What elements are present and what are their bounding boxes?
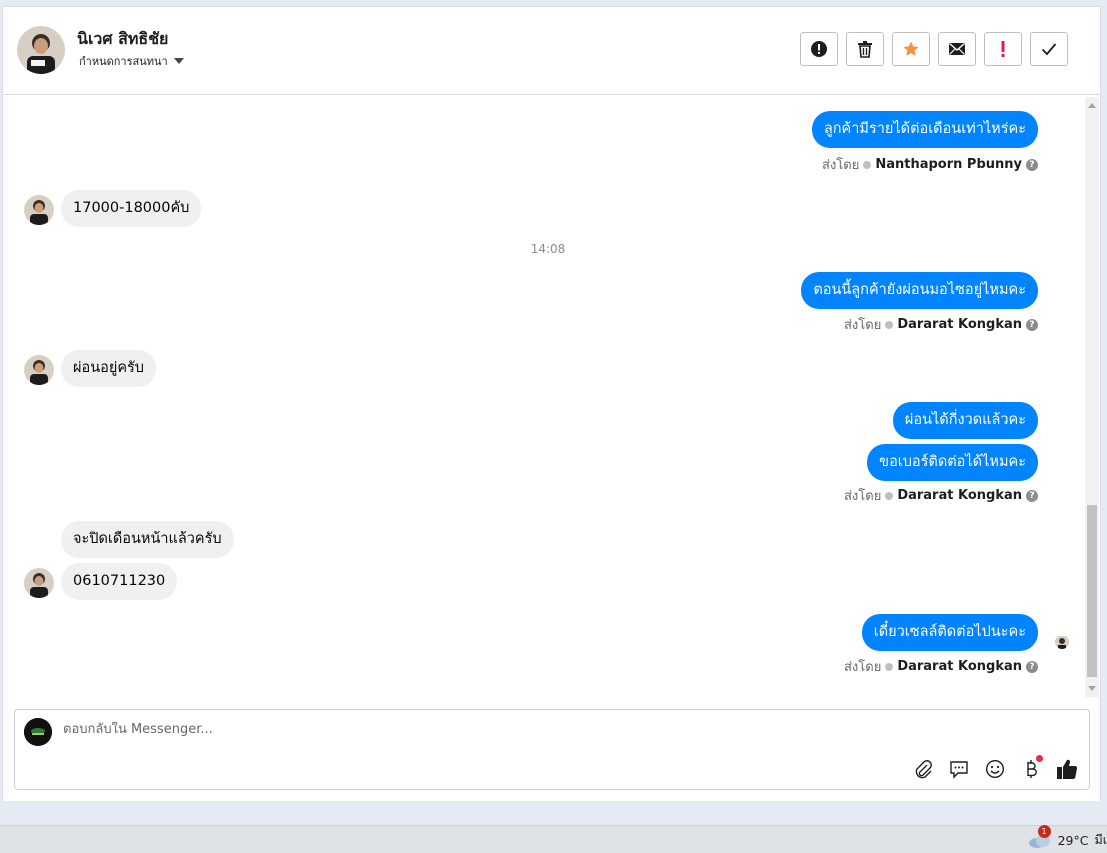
emoji-icon [985, 759, 1005, 779]
outgoing-message[interactable]: ตอนนี้ลูกค้ายังผ่อนมอไซอยู่ไหมคะ [801, 272, 1038, 309]
trash-icon [858, 41, 872, 58]
thread-scrollbar[interactable] [1085, 97, 1099, 697]
mark-unread-button[interactable] [938, 32, 976, 66]
incoming-message[interactable]: จะปิดเดือนหน้าแล้วครับ [61, 521, 234, 558]
read-receipt-avatar [1055, 635, 1069, 649]
emoji-button[interactable] [983, 757, 1007, 781]
composer-tools [911, 755, 1079, 781]
sent-by-line: ส่งโดย Dararat Kongkan ? [844, 314, 1038, 335]
contact-message-avatar[interactable] [24, 195, 54, 225]
star-icon [903, 41, 919, 56]
help-icon[interactable]: ? [1026, 489, 1038, 502]
assign-label: กำหนดการสนทนา [79, 55, 168, 68]
saved-reply-button[interactable] [947, 757, 971, 781]
help-icon[interactable]: ? [1026, 318, 1038, 331]
weather-text: มีเ [1094, 832, 1107, 847]
sent-by-label: ส่งโดย [843, 489, 882, 504]
contact-message-avatar[interactable] [24, 355, 54, 385]
like-button[interactable] [1055, 757, 1079, 781]
incoming-message[interactable]: ผ่อนอยู่ครับ [61, 350, 157, 387]
status-dot-icon [863, 160, 872, 169]
status-dot-icon [885, 320, 894, 329]
help-icon[interactable]: ? [1026, 660, 1038, 673]
outgoing-message[interactable]: ผ่อนได้กี่งวดแล้วคะ [892, 402, 1038, 439]
message-thread[interactable]: ลูกค้ามีรายได้ต่อเดือนเท่าไหร่คะ ส่งโดย … [3, 95, 1085, 697]
weather-alert-badge: 1 [1037, 825, 1051, 838]
sent-by-line: ส่งโดย Nanthaporn Pbunny ? [822, 154, 1038, 175]
scroll-up-arrow-icon[interactable] [1088, 103, 1096, 108]
sent-by-label: ส่งโดย [843, 660, 882, 675]
sent-by-label: ส่งโดย [843, 318, 882, 333]
follow-up-button[interactable] [984, 32, 1022, 66]
help-icon[interactable]: ? [1026, 158, 1038, 171]
conversation-header: นิเวศ สิทธิชัย กำหนดการสนทนา [3, 7, 1100, 95]
scrollbar-thumb[interactable] [1087, 505, 1097, 677]
exclamation-circle-icon [811, 41, 827, 57]
attachment-icon [915, 760, 932, 779]
outgoing-message[interactable]: ลูกค้ามีรายได้ต่อเดือนเท่าไหร่คะ [811, 111, 1038, 148]
exclamation-icon [1001, 41, 1005, 57]
payment-button[interactable] [1019, 755, 1043, 781]
sent-by-label: ส่งโดย [822, 158, 860, 173]
saved-reply-icon [950, 761, 968, 779]
header-actions [800, 32, 1068, 66]
conversation-panel: นิเวศ สิทธิชัย กำหนดการสนทนา ลูกค้ามีราย… [2, 6, 1101, 801]
envelope-icon [949, 42, 965, 55]
incoming-message[interactable]: 0610711230 [61, 563, 178, 600]
temperature: 29°C [1057, 832, 1089, 848]
notification-dot [1036, 755, 1043, 762]
thumbs-up-icon [1057, 759, 1078, 779]
delete-button[interactable] [846, 32, 884, 66]
sender-name[interactable]: Dararat Kongkan [897, 659, 1022, 674]
reply-input[interactable] [63, 722, 863, 737]
sent-by-line: ส่งโดย Dararat Kongkan ? [844, 485, 1038, 506]
status-dot-icon [885, 662, 894, 671]
contact-avatar[interactable] [17, 26, 65, 74]
caret-down-icon [173, 58, 184, 64]
outgoing-message[interactable]: ขอเบอร์ติดต่อได้ไหมคะ [867, 444, 1038, 481]
mark-done-button[interactable] [1030, 32, 1068, 66]
attach-button[interactable] [911, 757, 935, 781]
status-dot-icon [885, 491, 894, 500]
incoming-message[interactable]: 17000-18000คับ [61, 190, 202, 227]
spam-report-button[interactable] [800, 32, 838, 66]
sender-name[interactable]: Dararat Kongkan [897, 317, 1022, 332]
baht-payment-icon [1027, 760, 1037, 778]
sender-name[interactable]: Dararat Kongkan [897, 488, 1022, 503]
contact-name[interactable]: นิเวศ สิทธิชัย [77, 27, 168, 52]
contact-message-avatar[interactable] [24, 568, 54, 598]
os-taskbar: 1 29°C มีเ [0, 825, 1107, 853]
scroll-down-arrow-icon[interactable] [1088, 686, 1096, 691]
assign-conversation-dropdown[interactable]: กำหนดการสนทนา [79, 52, 184, 70]
sender-name[interactable]: Nanthaporn Pbunny [875, 157, 1022, 172]
sent-by-line: ส่งโดย Dararat Kongkan ? [844, 656, 1038, 677]
check-icon [1041, 43, 1057, 56]
reply-composer [14, 709, 1090, 790]
cloud-icon: 1 [1028, 825, 1052, 849]
outgoing-message[interactable]: เดี๋ยวเซลล์ติดต่อไปนะคะ [861, 614, 1038, 651]
timestamp: 14:08 [530, 242, 566, 256]
star-button[interactable] [892, 32, 930, 66]
weather-widget[interactable]: 1 29°C มีเ [1028, 825, 1107, 850]
page-avatar [24, 718, 52, 746]
